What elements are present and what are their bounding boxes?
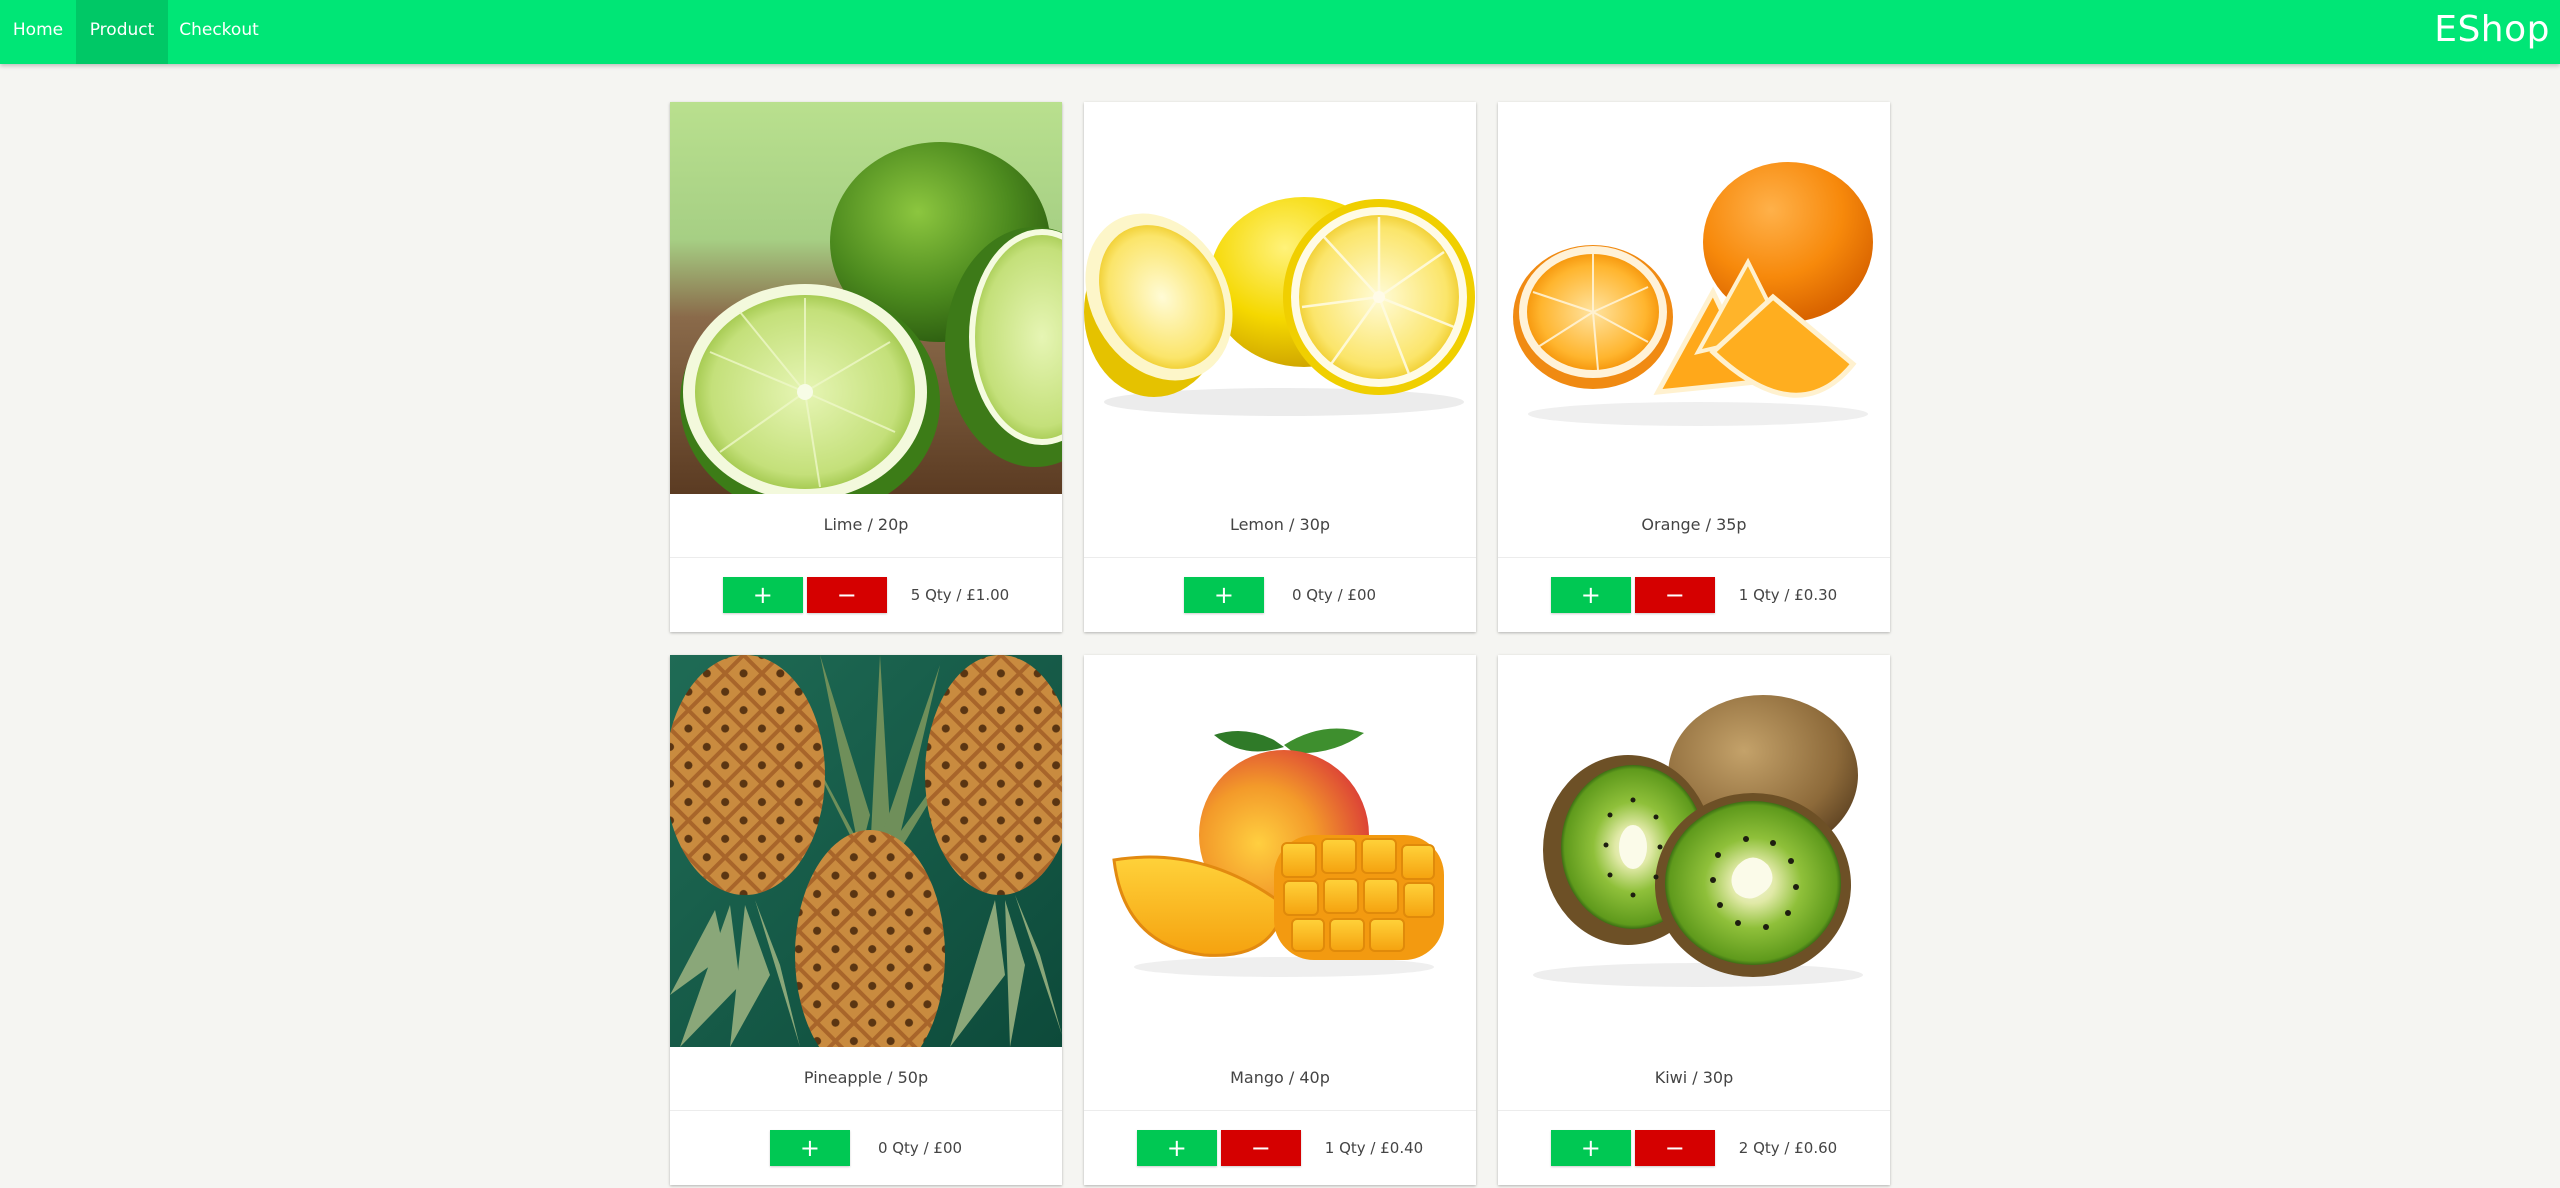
nav-home-link[interactable]: Home (0, 0, 76, 64)
mango-image (1084, 655, 1476, 1047)
card-actions: + 0 Qty / £00 (1084, 558, 1476, 632)
card-actions: + 0 Qty / £00 (670, 1111, 1062, 1185)
product-title: Orange / 35p (1641, 515, 1747, 534)
orange-image (1498, 102, 1890, 494)
product-title: Mango / 40p (1230, 1068, 1330, 1087)
add-button[interactable]: + (1550, 577, 1631, 613)
product-card-mango: Mango / 40p + − 1 Qty / £0.40 (1084, 655, 1476, 1185)
quantity-total: 2 Qty / £0.60 (1738, 1139, 1838, 1157)
pineapple-image (670, 655, 1062, 1047)
add-button[interactable]: + (722, 577, 803, 613)
nav-checkout-link[interactable]: Checkout (168, 0, 270, 64)
top-navbar: Home Product Checkout EShop (0, 0, 2560, 64)
product-card-lemon: Lemon / 30p + 0 Qty / £00 (1084, 102, 1476, 632)
card-actions: + − 2 Qty / £0.60 (1498, 1111, 1890, 1185)
add-button[interactable]: + (1183, 577, 1264, 613)
product-title: Pineapple / 50p (803, 1068, 929, 1087)
product-title: Lemon / 30p (1229, 515, 1331, 534)
card-actions: + − 1 Qty / £0.40 (1084, 1111, 1476, 1185)
add-button[interactable]: + (1136, 1130, 1217, 1166)
lemon-image (1084, 102, 1476, 494)
nav-product-link[interactable]: Product (76, 0, 168, 64)
add-button[interactable]: + (769, 1130, 850, 1166)
quantity-total: 0 Qty / £00 (1291, 586, 1377, 604)
product-card-orange: Orange / 35p + − 1 Qty / £0.30 (1498, 102, 1890, 632)
card-actions: + − 5 Qty / £1.00 (670, 558, 1062, 632)
brand-logo[interactable]: EShop (2434, 0, 2550, 64)
quantity-total: 1 Qty / £0.40 (1324, 1139, 1424, 1157)
remove-button[interactable]: − (1220, 1130, 1301, 1166)
remove-button[interactable]: − (1634, 577, 1715, 613)
quantity-total: 5 Qty / £1.00 (910, 586, 1010, 604)
card-actions: + − 1 Qty / £0.30 (1498, 558, 1890, 632)
remove-button[interactable]: − (806, 577, 887, 613)
quantity-total: 0 Qty / £00 (877, 1139, 963, 1157)
product-title: Kiwi / 30p (1654, 1068, 1734, 1087)
remove-button[interactable]: − (1634, 1130, 1715, 1166)
kiwi-image (1498, 655, 1890, 1047)
quantity-total: 1 Qty / £0.30 (1738, 586, 1838, 604)
lime-image (670, 102, 1062, 494)
product-card-pineapple: Pineapple / 50p + 0 Qty / £00 (670, 655, 1062, 1185)
product-title: Lime / 20p (823, 515, 909, 534)
product-card-kiwi: Kiwi / 30p + − 2 Qty / £0.60 (1498, 655, 1890, 1185)
add-button[interactable]: + (1550, 1130, 1631, 1166)
product-card-lime: Lime / 20p + − 5 Qty / £1.00 (670, 102, 1062, 632)
